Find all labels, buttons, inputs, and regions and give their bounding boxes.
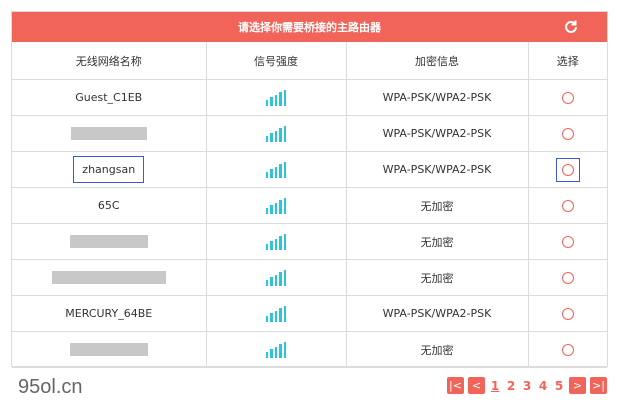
ssid-label: 65C [97,199,120,212]
signal-strength-icon [265,197,287,214]
signal-strength-icon [265,161,287,178]
security-cell: WPA-PSK/WPA2-PSK [345,295,529,332]
signal-cell [205,259,347,296]
select-radio[interactable] [561,344,574,356]
signal-cell [205,79,347,116]
select-cell [527,259,607,296]
column-header-security: 加密信息 [345,42,529,80]
signal-cell [205,223,347,260]
redacted-ssid [51,271,166,285]
security-cell: WPA-PSK/WPA2-PSK [345,151,529,188]
security-cell: 无加密 [345,331,529,368]
pagination: |< < 1 2 3 4 5 > >| [447,377,607,394]
page-number-2[interactable]: 2 [505,379,517,393]
signal-strength-icon [265,305,287,322]
select-cell [527,187,607,224]
ssid-cell: zhangsan [12,151,207,188]
first-page-button[interactable]: |< [447,377,464,394]
page-number-1[interactable]: 1 [489,379,501,393]
select-radio[interactable] [561,308,574,320]
page-number-5[interactable]: 5 [553,379,565,393]
table-row[interactable]: 无加密 [12,223,607,260]
ssid-cell: MERCURY_64BE [12,295,207,332]
select-radio[interactable] [561,272,574,284]
signal-cell [205,295,347,332]
signal-cell [205,151,347,188]
ssid-label: zhangsan [73,156,145,183]
table-row[interactable]: MERCURY_64BE WPA-PSK/WPA2-PSK [12,295,607,332]
table-row[interactable]: 65C 无加密 [12,187,607,224]
select-radio[interactable] [561,163,574,176]
signal-strength-icon [265,125,287,142]
ssid-label: Guest_C1EB [75,91,143,104]
page-title: 请选择你需要桥接的主路由器 [238,21,381,34]
table-row[interactable]: 无加密 [12,331,607,368]
select-cell [527,223,607,260]
bridge-panel: 请选择你需要桥接的主路由器 无线网络名称 信号强度 加密信息 选择 Guest_… [11,11,608,368]
ssid-cell [12,115,207,152]
signal-strength-icon [265,89,287,106]
security-cell: 无加密 [345,259,529,296]
column-header-signal: 信号强度 [205,42,347,80]
ssid-label: MERCURY_64BE [65,307,153,320]
select-radio[interactable] [561,200,574,212]
security-cell: WPA-PSK/WPA2-PSK [345,115,529,152]
selected-radio-focus [555,157,580,182]
select-radio[interactable] [561,128,574,140]
table-row[interactable]: Guest_C1EB WPA-PSK/WPA2-PSK [12,79,607,116]
signal-cell [205,331,347,368]
select-cell [527,115,607,152]
table-row[interactable]: 无加密 [12,259,607,296]
page-number-4[interactable]: 4 [537,379,549,393]
redacted-ssid [69,235,148,249]
ssid-cell [12,223,207,260]
refresh-icon[interactable] [563,19,579,35]
table-header-row: 无线网络名称 信号强度 加密信息 选择 [12,42,607,80]
table-row[interactable]: zhangsan WPA-PSK/WPA2-PSK [12,151,607,188]
column-header-select: 选择 [527,42,607,80]
signal-cell [205,115,347,152]
page-number-3[interactable]: 3 [521,379,533,393]
redacted-ssid [69,343,148,357]
network-table: 无线网络名称 信号强度 加密信息 选择 Guest_C1EB WPA-PSK/WP… [12,42,607,368]
select-radio[interactable] [561,92,574,104]
last-page-button[interactable]: >| [590,377,607,394]
panel-header: 请选择你需要桥接的主路由器 [12,12,607,42]
signal-strength-icon [265,269,287,286]
ssid-cell [12,259,207,296]
signal-strength-icon [265,341,287,358]
prev-page-button[interactable]: < [468,377,485,394]
column-header-ssid: 无线网络名称 [12,42,207,80]
table-row[interactable]: WPA-PSK/WPA2-PSK [12,115,607,152]
signal-strength-icon [265,233,287,250]
security-cell: WPA-PSK/WPA2-PSK [345,79,529,116]
ssid-cell: Guest_C1EB [12,79,207,116]
security-cell: 无加密 [345,223,529,260]
select-cell [527,331,607,368]
next-page-button[interactable]: > [569,377,586,394]
select-radio[interactable] [561,236,574,248]
ssid-cell: 65C [12,187,207,224]
select-cell [527,151,607,188]
watermark: 95ol.cn [18,376,83,398]
select-cell [527,295,607,332]
ssid-cell [12,331,207,368]
security-cell: 无加密 [345,187,529,224]
redacted-ssid [70,127,147,141]
select-cell [527,79,607,116]
signal-cell [205,187,347,224]
